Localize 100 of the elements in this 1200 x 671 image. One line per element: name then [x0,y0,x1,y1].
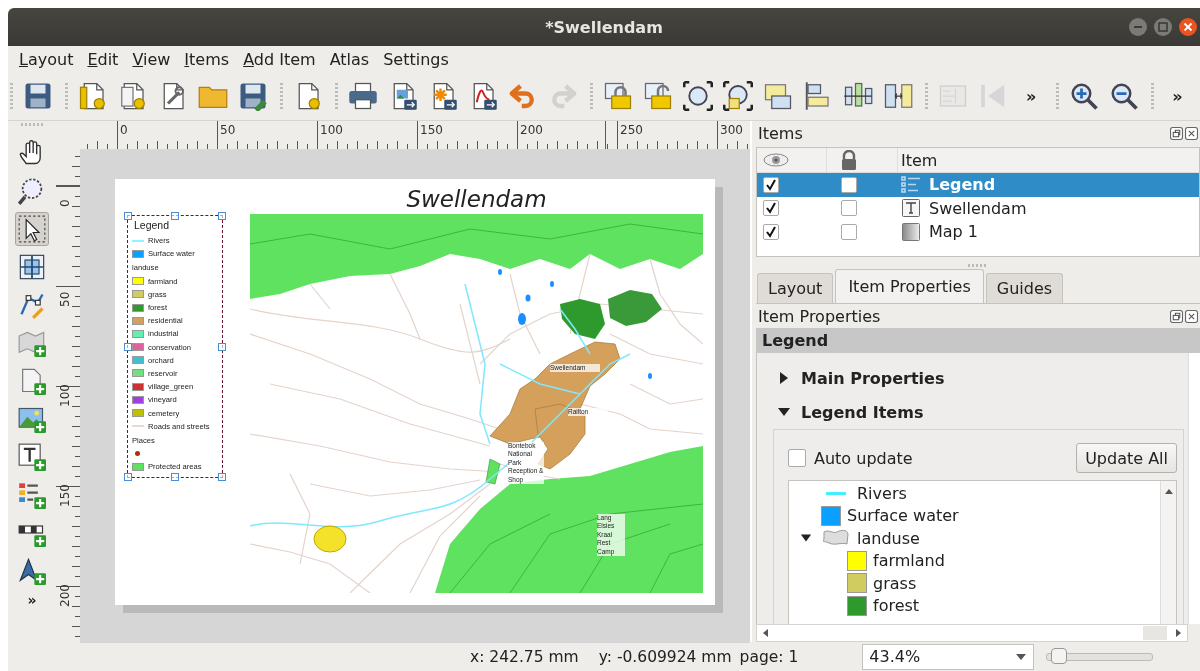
menu-item[interactable]: Add Item [238,47,321,71]
selection-handle[interactable] [171,212,179,220]
ruler-label: 0 [120,123,128,137]
zoom-out-icon[interactable] [1109,81,1140,111]
tab[interactable]: Layout [757,273,834,303]
visibility-checkbox[interactable] [763,200,779,217]
text-frame-icon [901,198,921,219]
auto-update-checkbox[interactable] [788,449,806,467]
tool-button[interactable] [15,212,49,246]
menu-item[interactable]: Atlas [324,47,375,71]
horizontal-scrollbar[interactable] [756,624,1188,642]
window-title: *Swellendam [545,17,663,37]
menu-item[interactable]: Settings [378,47,454,71]
document-star-icon[interactable] [118,81,148,111]
selection-handle[interactable] [124,473,132,481]
tree-item-label[interactable]: grass [873,573,917,593]
close-icon[interactable] [1178,17,1198,37]
section-title[interactable]: Main Properties [801,368,945,388]
scroll-up-icon[interactable] [1163,487,1174,495]
tab[interactable]: Guides [985,273,1064,303]
caret-icon[interactable] [1015,652,1028,661]
update-all-button[interactable]: Update All [1076,443,1177,473]
map-plus-icon [18,329,46,357]
selection-handle[interactable] [124,212,132,220]
tree-item-label[interactable]: farmland [873,551,945,571]
close-icon[interactable] [1185,126,1198,140]
tree-item-label[interactable]: forest [873,596,920,616]
printer-icon[interactable] [348,81,378,111]
selection-handle[interactable] [124,342,132,351]
tree-item-label[interactable]: Surface water [847,506,959,526]
selection-handle[interactable] [218,342,226,351]
stacked-rectangles-icon[interactable] [763,81,793,111]
zoom-in-icon[interactable] [1069,81,1100,111]
page-readout: page: 1 [739,647,799,666]
item-row[interactable]: Legend [757,173,1199,197]
vertical-scrollbar[interactable] [1188,353,1200,624]
eye-icon [763,152,789,168]
menu-item[interactable]: View [127,47,176,71]
document-ruler-icon[interactable] [78,81,108,111]
scrollbar-thumb[interactable] [1143,626,1167,640]
checkbox-label[interactable]: Auto update [814,448,913,468]
ruler-label: 150 [420,123,443,137]
item-name: Swellendam [929,198,1027,218]
overflow-chevron[interactable]: » [1164,86,1191,106]
cursor-y-readout: y: -0.609924 mm [598,647,732,666]
map-frame-icon [901,221,921,242]
padlock-icon[interactable] [603,81,633,111]
item-name: Legend [929,175,996,195]
selection-handle[interactable] [218,212,226,220]
splitter-handle[interactable] [968,264,988,267]
maximize-icon[interactable] [1153,17,1173,37]
north-arrow-plus-icon [18,557,46,585]
cursor-marker [56,185,80,186]
selection-handle[interactable] [218,473,226,481]
ruler-label: 100 [58,384,72,407]
selection-handle[interactable] [171,473,179,481]
text-plus-icon [18,443,46,471]
visibility-checkbox[interactable] [763,223,779,240]
scroll-right-icon[interactable] [1175,628,1183,638]
lock-checkbox[interactable] [841,200,857,217]
panel-title: Item Properties [758,306,881,326]
list-plus-icon [18,481,46,509]
resize-icon[interactable] [883,81,913,111]
float-icon[interactable] [1170,309,1183,323]
tree-item-label[interactable]: Rivers [857,483,907,503]
cursor-x-readout: x: 242.75 mm [470,647,579,666]
lock-checkbox[interactable] [841,223,857,240]
ruler-label: 250 [620,123,643,137]
lock-checkbox[interactable] [841,176,857,193]
visibility-checkbox[interactable] [763,176,779,193]
scroll-left-icon[interactable] [761,628,769,638]
ruler-label: 150 [58,484,72,507]
float-icon[interactable] [1170,126,1183,140]
minimize-icon[interactable] [1128,17,1148,37]
open-padlock-icon[interactable] [643,81,673,111]
close-icon[interactable] [1185,309,1198,323]
ruler-label: 50 [58,291,72,307]
menu-item[interactable]: Layout [14,47,79,71]
menu-item[interactable]: Items [179,47,235,71]
circle-selection-icon[interactable] [683,81,713,111]
slider-thumb[interactable] [1050,647,1067,664]
landscape-plus-icon [18,405,46,433]
ruler-label: 300 [720,123,743,137]
item-row[interactable]: Swellendam [757,196,1199,220]
section-title[interactable]: Legend Items [801,402,924,422]
tree-item-label[interactable]: landuse [857,528,920,548]
item-type-header: Legend [756,328,1200,353]
tab[interactable]: Item Properties [835,269,984,303]
overflow-chevron[interactable]: » [1018,86,1045,106]
circle-selection-icon[interactable] [723,81,753,111]
item-name: Map 1 [929,222,979,242]
ruler-label: 0 [58,199,72,207]
zoom-combo[interactable]: 43.4% [862,643,1035,670]
menu-item[interactable]: Edit [82,47,124,71]
item-row[interactable]: Map 1 [757,220,1199,244]
overflow-chevron[interactable]: » [27,592,37,608]
column-header[interactable]: Item [901,150,938,170]
vertical-scrollbar[interactable] [1160,481,1176,624]
legend-title: Legend [133,219,171,233]
floppy-pencil-icon[interactable] [238,81,268,111]
